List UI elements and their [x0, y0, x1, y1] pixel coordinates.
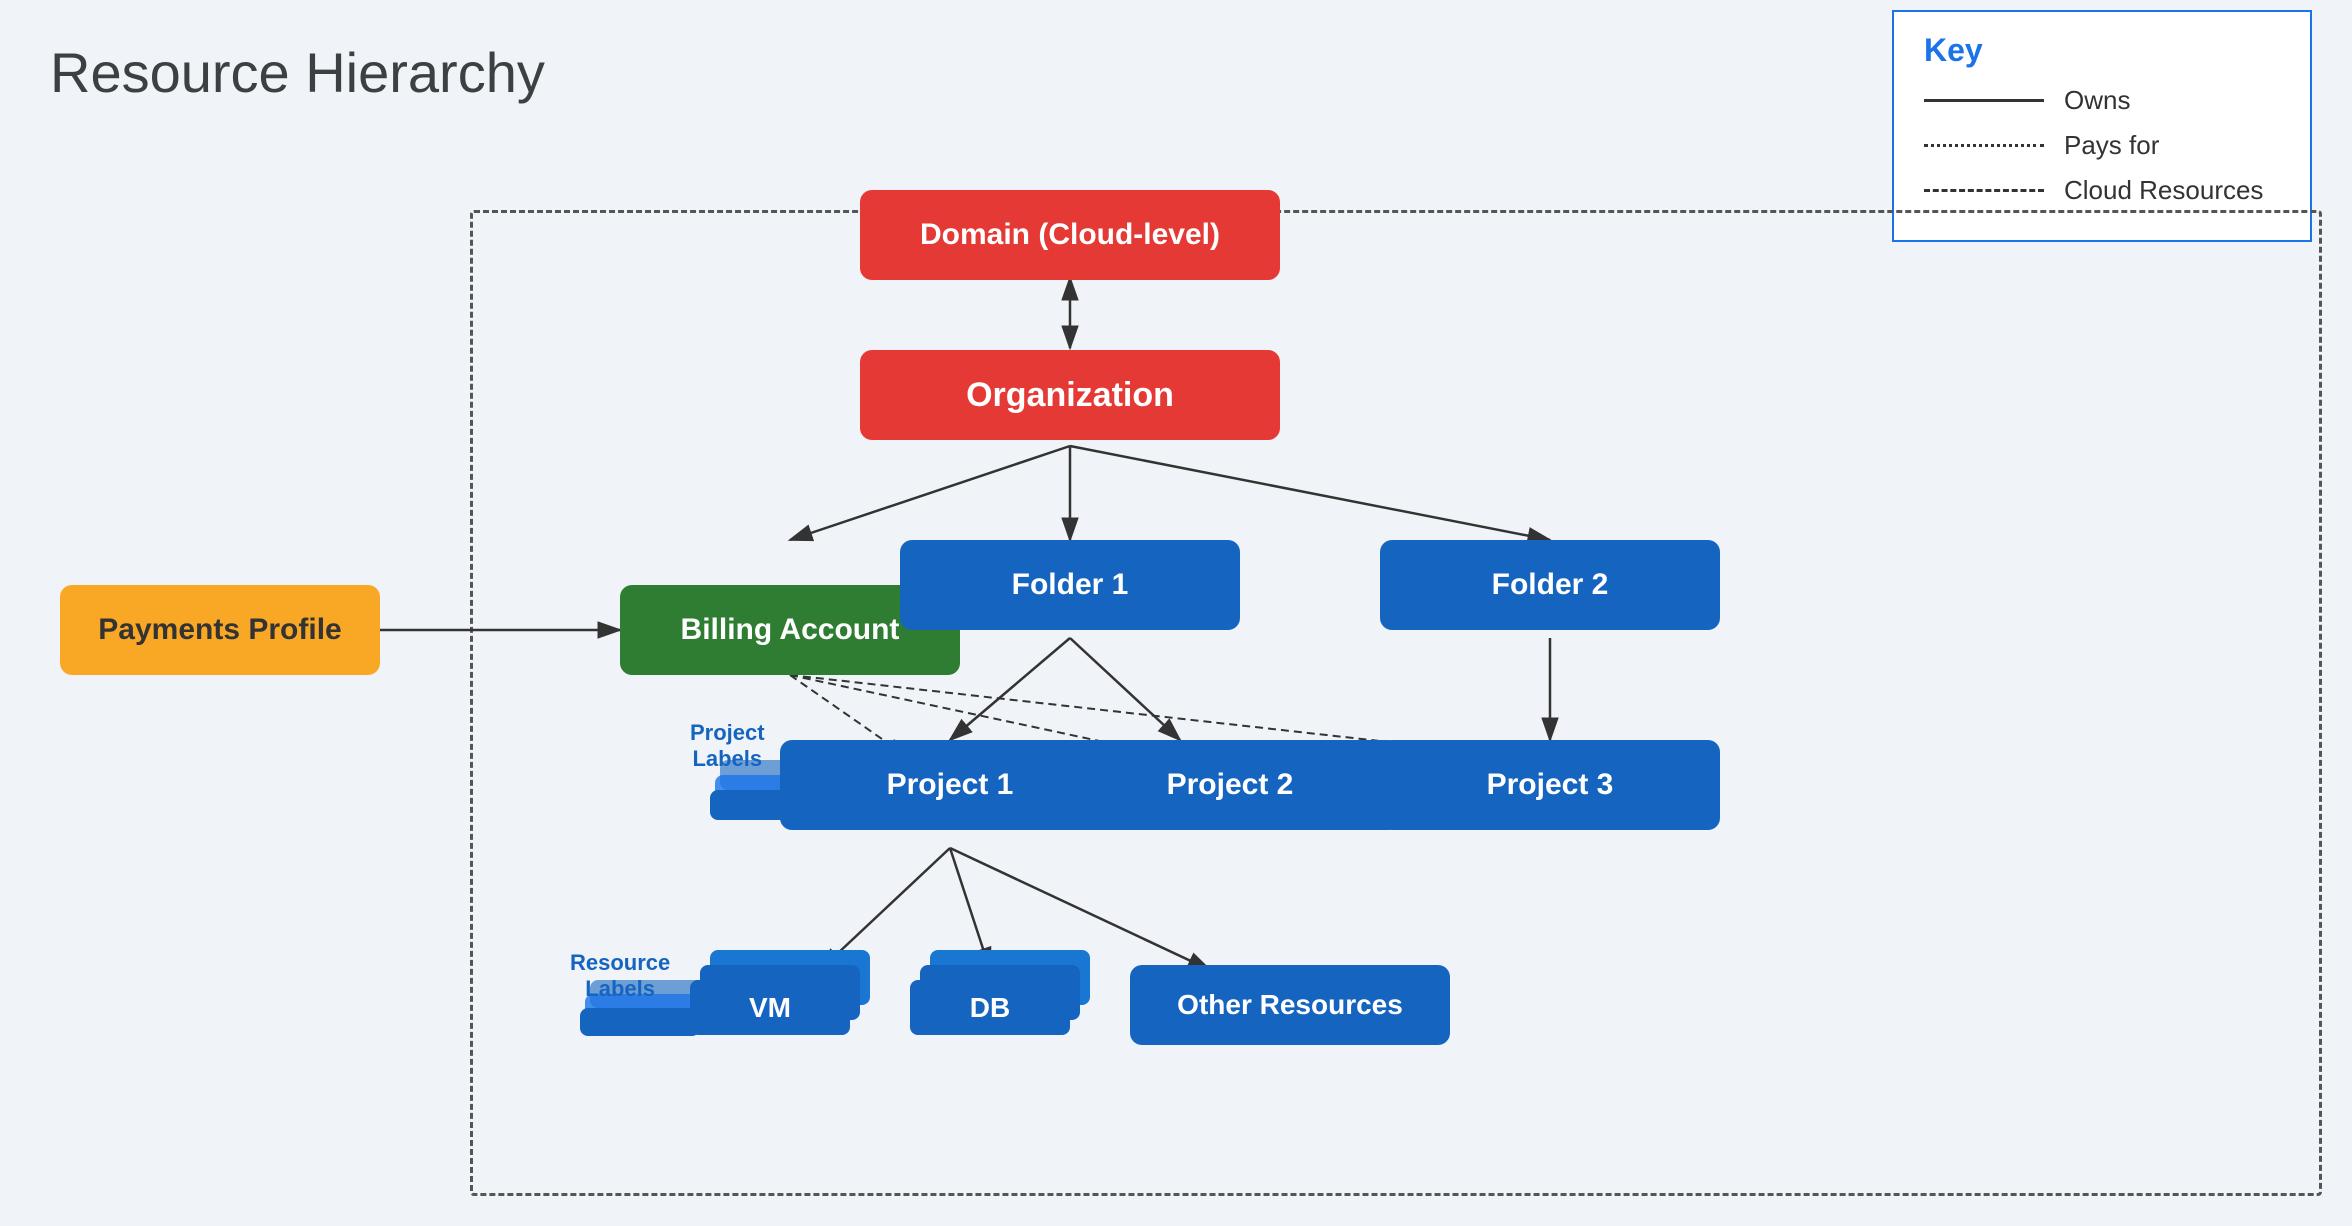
organization-node: Organization: [860, 350, 1280, 440]
owns-label: Owns: [2064, 85, 2130, 116]
folder2-node: Folder 2: [1380, 540, 1720, 630]
diagram: Payments Profile Domain (Cloud-level) Or…: [30, 130, 2322, 1196]
domain-node: Domain (Cloud-level): [860, 190, 1280, 280]
vm-stacked: VM: [690, 950, 890, 1070]
db-stacked: DB: [910, 950, 1110, 1070]
key-item-owns: Owns: [1924, 85, 2280, 116]
resource-labels-text: ResourceLabels: [570, 950, 670, 1002]
project-labels-text: ProjectLabels: [690, 720, 765, 772]
other-resources-node: Other Resources: [1130, 965, 1450, 1045]
project2-node: Project 2: [1060, 740, 1400, 830]
page-title: Resource Hierarchy: [50, 40, 545, 105]
project3-node: Project 3: [1380, 740, 1720, 830]
key-title: Key: [1924, 32, 2280, 69]
payments-profile-node: Payments Profile: [60, 585, 380, 675]
owns-line-icon: [1924, 99, 2044, 102]
folder1-node: Folder 1: [900, 540, 1240, 630]
